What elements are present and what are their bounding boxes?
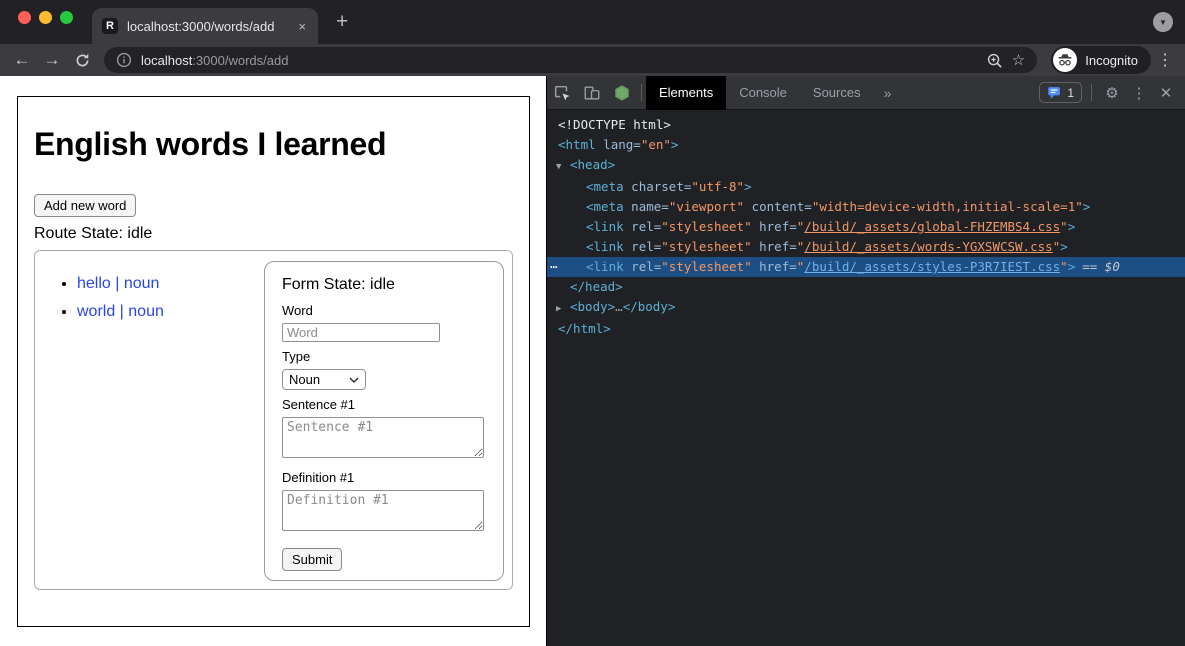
dom-line[interactable]: …<link rel="stylesheet" href="/build/_as…	[547, 257, 1185, 277]
browser-titlebar: R localhost:3000/words/add × + ▼	[0, 0, 1185, 44]
inspect-cursor-icon	[553, 84, 571, 102]
toolbar-divider	[641, 84, 642, 101]
sentence-label: Sentence #1	[282, 397, 486, 412]
devtools-menu-icon[interactable]: ⋮	[1128, 84, 1150, 102]
devtools-tab-elements[interactable]: Elements	[646, 76, 726, 110]
window-close-button[interactable]	[18, 11, 31, 24]
issues-message-icon	[1047, 85, 1062, 100]
issues-count: 1	[1067, 86, 1074, 100]
url-path: :3000/words/add	[192, 53, 288, 68]
more-tabs-button[interactable]: »	[874, 85, 902, 101]
dom-line[interactable]: </html>	[547, 319, 1185, 339]
window-zoom-button[interactable]	[60, 11, 73, 24]
remix-favicon-icon: R	[102, 18, 118, 34]
issues-counter[interactable]: 1	[1039, 82, 1082, 103]
browser-toolbar: ← → localhost:3000/words/add ☆	[0, 44, 1185, 76]
form-state-text: Form State: idle	[282, 276, 486, 294]
toolbar-divider	[1091, 84, 1092, 101]
devtools-close-icon[interactable]: ✕	[1155, 84, 1177, 102]
incognito-badge: Incognito	[1051, 46, 1151, 74]
route-state-text: Route State: idle	[34, 225, 513, 243]
collapsed-arrow-icon[interactable]: ▶	[556, 299, 570, 319]
devtools-tab-sources[interactable]: Sources	[800, 76, 874, 110]
word-link[interactable]: hello | noun	[77, 275, 159, 292]
word-link[interactable]: world | noun	[77, 303, 164, 320]
definition-textarea[interactable]	[282, 490, 484, 531]
browser-menu-button[interactable]: ⋮	[1153, 50, 1177, 70]
type-select[interactable]: Noun	[282, 369, 366, 390]
settings-gear-icon[interactable]: ⚙	[1101, 84, 1123, 102]
submit-button[interactable]: Submit	[282, 548, 342, 571]
node-devtools-button[interactable]	[607, 76, 637, 110]
dom-line[interactable]: <link rel="stylesheet" href="/build/_ass…	[547, 217, 1185, 237]
bookmark-star-icon[interactable]: ☆	[1012, 51, 1025, 69]
url-host: localhost	[141, 53, 192, 68]
dom-line[interactable]: <html lang="en">	[547, 135, 1185, 155]
dom-line[interactable]: <meta name="viewport" content="width=dev…	[547, 197, 1185, 217]
inspect-element-button[interactable]	[547, 76, 577, 110]
window-controls	[18, 11, 73, 24]
tab-close-icon[interactable]: ×	[296, 19, 308, 34]
tab-title: localhost:3000/words/add	[127, 19, 287, 34]
word-input[interactable]	[282, 323, 440, 342]
page-frame: English words I learned Add new word Rou…	[17, 96, 530, 627]
definition-label: Definition #1	[282, 470, 486, 485]
word-form: Form State: idle Word Type Noun Sentence…	[264, 261, 504, 581]
devtools-toolbar: ElementsConsoleSources » 1 ⚙ ⋮ ✕	[547, 76, 1185, 110]
dom-line[interactable]: <!DOCTYPE html>	[547, 115, 1185, 135]
words-panel: hello | noun world | noun Form State: idl…	[34, 250, 513, 590]
web-page: English words I learned Add new word Rou…	[0, 76, 546, 646]
node-hexagon-icon	[613, 84, 631, 102]
dom-line[interactable]: </head>	[547, 277, 1185, 297]
devtools-tabs: ElementsConsoleSources	[646, 76, 874, 110]
devtools-panel: ElementsConsoleSources » 1 ⚙ ⋮ ✕ <!D	[546, 76, 1185, 646]
chevron-down-icon	[349, 377, 359, 383]
reload-icon	[74, 52, 91, 69]
device-toolbar-button[interactable]	[577, 76, 607, 110]
dom-tree: <!DOCTYPE html><html lang="en">▼<head><m…	[547, 110, 1185, 646]
incognito-label: Incognito	[1085, 53, 1138, 68]
dom-line-more-actions[interactable]: …	[550, 254, 559, 274]
tab-search-chevron-icon[interactable]: ▼	[1153, 12, 1173, 32]
sentence-textarea[interactable]	[282, 417, 484, 458]
forward-button[interactable]: →	[38, 46, 66, 74]
window-minimize-button[interactable]	[39, 11, 52, 24]
zoom-icon[interactable]	[986, 52, 1003, 69]
devtools-tab-console[interactable]: Console	[726, 76, 800, 110]
add-new-word-button[interactable]: Add new word	[34, 194, 136, 217]
word-list-item: hello | noun	[77, 275, 264, 293]
dom-line[interactable]: <link rel="stylesheet" href="/build/_ass…	[547, 237, 1185, 257]
incognito-icon	[1053, 48, 1077, 72]
dom-line[interactable]: ▶<body>…</body>	[547, 297, 1185, 319]
type-select-value: Noun	[289, 372, 320, 387]
browser-tab[interactable]: R localhost:3000/words/add ×	[92, 8, 318, 44]
device-toolbar-icon	[583, 84, 601, 102]
address-bar[interactable]: localhost:3000/words/add ☆	[104, 47, 1037, 73]
type-label: Type	[282, 349, 486, 364]
back-button[interactable]: ←	[8, 46, 36, 74]
new-tab-button[interactable]: +	[336, 10, 348, 34]
url-text[interactable]: localhost:3000/words/add	[141, 53, 288, 68]
reload-button[interactable]	[68, 46, 96, 74]
page-title: English words I learned	[34, 126, 513, 163]
site-info-icon[interactable]	[116, 52, 132, 68]
word-label: Word	[282, 303, 486, 318]
expanded-arrow-icon[interactable]: ▼	[556, 157, 570, 177]
word-list: hello | noun world | noun	[45, 275, 264, 581]
dom-line[interactable]: ▼<head>	[547, 155, 1185, 177]
word-list-item: world | noun	[77, 303, 264, 321]
dom-line[interactable]: <meta charset="utf-8">	[547, 177, 1185, 197]
